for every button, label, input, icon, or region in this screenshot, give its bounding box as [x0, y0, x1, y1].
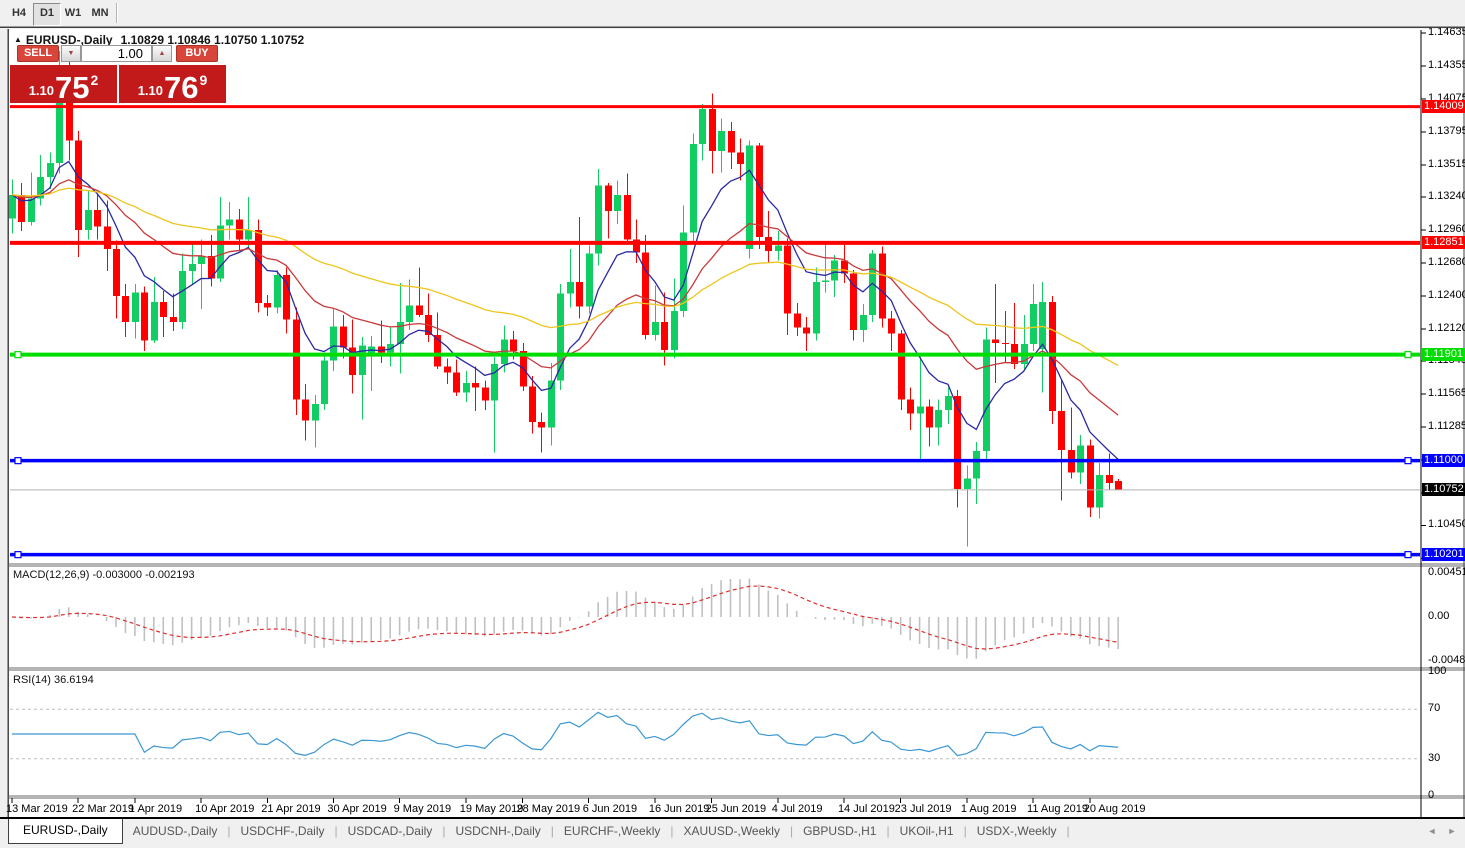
timeframe-mn-button[interactable]: MN: [87, 3, 113, 24]
volume-increase-button[interactable]: ▲: [152, 45, 172, 62]
toolbar-edge: [0, 26, 1465, 28]
symbol-tab-bar: EURUSD-,DailyAUDUSD-,Daily | USDCHF-,Daily…: [0, 817, 1465, 843]
tab-audusd-daily[interactable]: AUDUSD-,Daily: [123, 819, 228, 843]
hline-handle[interactable]: [15, 352, 21, 358]
sell-button[interactable]: SELL: [17, 45, 59, 62]
hline-handle[interactable]: [1405, 552, 1411, 558]
candles-layer: [9, 51, 1122, 546]
timeframe-d1-button[interactable]: D1: [33, 3, 61, 26]
tab-scroll-left-icon[interactable]: ◄: [1425, 824, 1439, 838]
hlines-layer: [10, 107, 1420, 558]
buy-price-pips: 76: [164, 73, 198, 102]
hline-handle[interactable]: [15, 552, 21, 558]
hline-handle[interactable]: [1405, 352, 1411, 358]
sell-price-pips: 75: [55, 73, 89, 102]
tab-usdx-weekly[interactable]: USDX-,Weekly: [967, 819, 1067, 843]
tab-usdcad-daily[interactable]: USDCAD-,Daily: [338, 819, 443, 843]
tab-eurusd-daily[interactable]: EURUSD-,Daily: [8, 819, 123, 844]
rsi-panel: [10, 709, 1420, 759]
macd-panel-label: MACD(12,26,9) -0.003000 -0.002193: [13, 569, 195, 581]
window-borders: [8, 29, 1465, 817]
rsi-value: 36.6194: [54, 674, 94, 686]
buy-price-point: 9: [200, 72, 208, 88]
buy-button[interactable]: BUY: [176, 45, 218, 62]
buy-price-prefix: 1.10: [138, 83, 163, 98]
timeframe-h4-button[interactable]: H4: [6, 3, 32, 24]
chart-canvas[interactable]: [0, 0, 1465, 843]
tab-usdcnh-daily[interactable]: USDCNH-,Daily: [445, 819, 550, 843]
toolbar-separator: [116, 3, 118, 23]
tab-xauusd-weekly[interactable]: XAUUSD-,Weekly: [673, 819, 789, 843]
collapse-arrow-icon: ▲: [14, 35, 22, 44]
macd-values: -0.003000 -0.002193: [92, 569, 194, 581]
timeframe-toolbar: H4 D1 W1 MN: [0, 0, 1465, 28]
tab-divider: |: [1067, 819, 1070, 843]
macd-name: MACD(12,26,9): [13, 569, 89, 581]
volume-decrease-button[interactable]: ▼: [61, 45, 81, 62]
tab-scroll-right-icon[interactable]: ►: [1445, 824, 1459, 838]
tab-gbpusd-h1[interactable]: GBPUSD-,H1: [793, 819, 886, 843]
rsi-panel-label: RSI(14) 36.6194: [13, 674, 94, 686]
macd-panel: [12, 579, 1118, 659]
tab-ukoil-h1[interactable]: UKOil-,H1: [890, 819, 964, 843]
hline-handle[interactable]: [1405, 458, 1411, 464]
timeframe-w1-button[interactable]: W1: [60, 3, 86, 24]
rsi-name: RSI(14): [13, 674, 51, 686]
tab-eurchf-weekly[interactable]: EURCHF-,Weekly: [554, 819, 670, 843]
moving-averages-layer: [12, 162, 1118, 460]
sell-price-prefix: 1.10: [29, 83, 54, 98]
volume-input[interactable]: [81, 45, 152, 62]
sell-price-point: 2: [91, 72, 99, 88]
hline-handle[interactable]: [15, 458, 21, 464]
sell-price-panel[interactable]: 1.10 75 2: [10, 65, 117, 103]
tab-usdchf-daily[interactable]: USDCHF-,Daily: [231, 819, 335, 843]
buy-price-panel[interactable]: 1.10 76 9: [119, 65, 226, 103]
